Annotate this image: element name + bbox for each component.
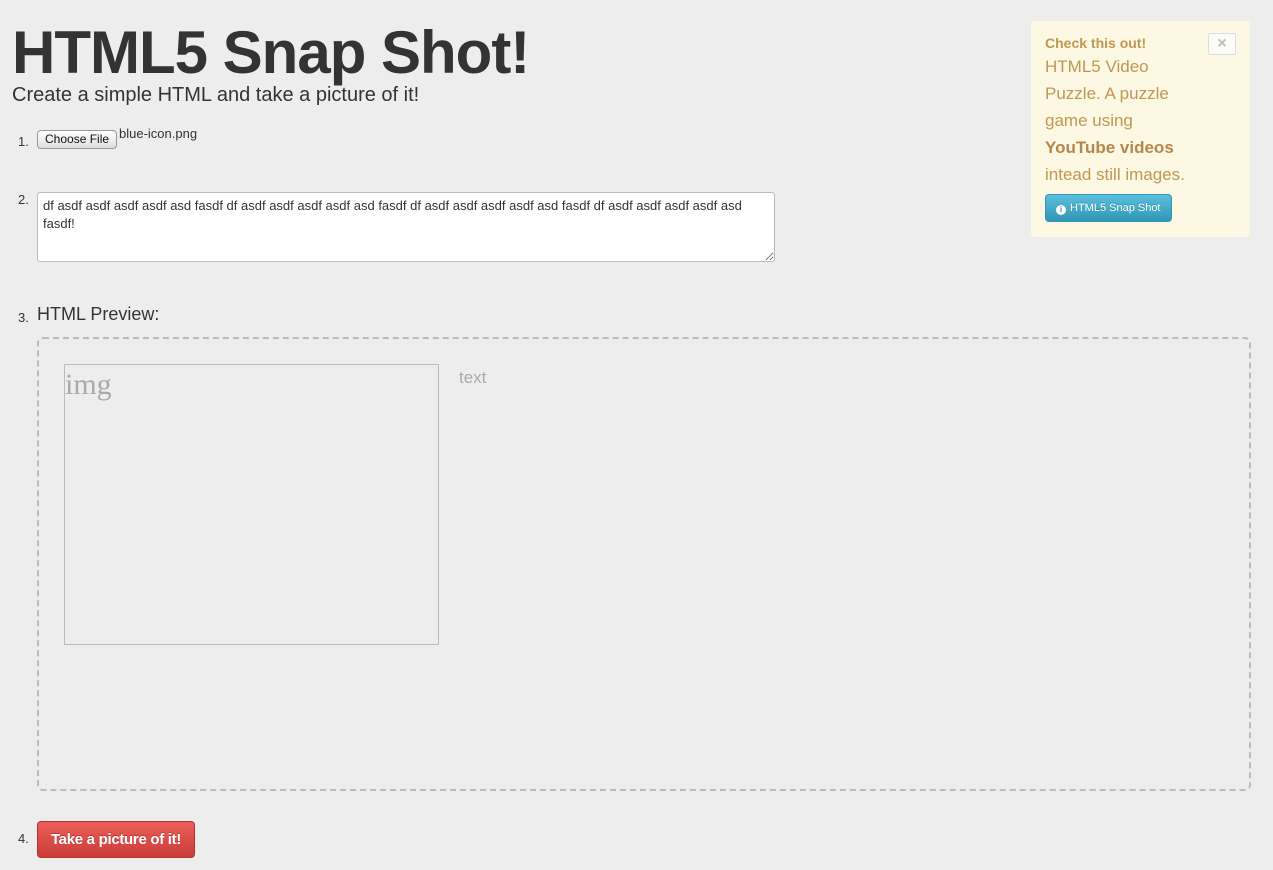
step-number-2: 2.	[18, 192, 29, 207]
html-text-input[interactable]: df asdf asdf asdf asdf asd fasdf df asdf…	[37, 192, 775, 262]
preview-label: HTML Preview:	[37, 304, 160, 324]
choose-file-button[interactable]: Choose File	[37, 130, 118, 149]
html5-snap-shot-button[interactable]: i HTML5 Snap Shot	[1045, 194, 1172, 222]
alert-body: HTML5 Video Puzzle. A puzzle game using …	[1045, 53, 1195, 188]
alert-body-text-end: intead still images.	[1045, 165, 1185, 184]
promo-alert: × Check this out! HTML5 Video Puzzle. A …	[1031, 21, 1250, 237]
info-icon: i	[1056, 205, 1066, 215]
text-placeholder: text	[459, 368, 487, 387]
alert-body-highlight: YouTube videos	[1045, 138, 1174, 157]
image-placeholder: img	[64, 364, 439, 645]
step-number-1: 1.	[18, 134, 29, 149]
step-number-3: 3.	[18, 310, 29, 325]
page-title: HTML5 Snap Shot!	[12, 19, 530, 86]
step-number-4: 4.	[18, 831, 29, 846]
alert-button-label: HTML5 Snap Shot	[1070, 202, 1161, 214]
page-subtitle: Create a simple HTML and take a picture …	[12, 84, 420, 106]
image-placeholder-label: img	[65, 368, 112, 401]
close-icon[interactable]: ×	[1208, 33, 1236, 55]
alert-body-text: HTML5 Video Puzzle. A puzzle game using	[1045, 57, 1169, 130]
take-picture-button[interactable]: Take a picture of it!	[37, 821, 195, 858]
selected-file-name: blue-icon.png	[119, 126, 198, 141]
